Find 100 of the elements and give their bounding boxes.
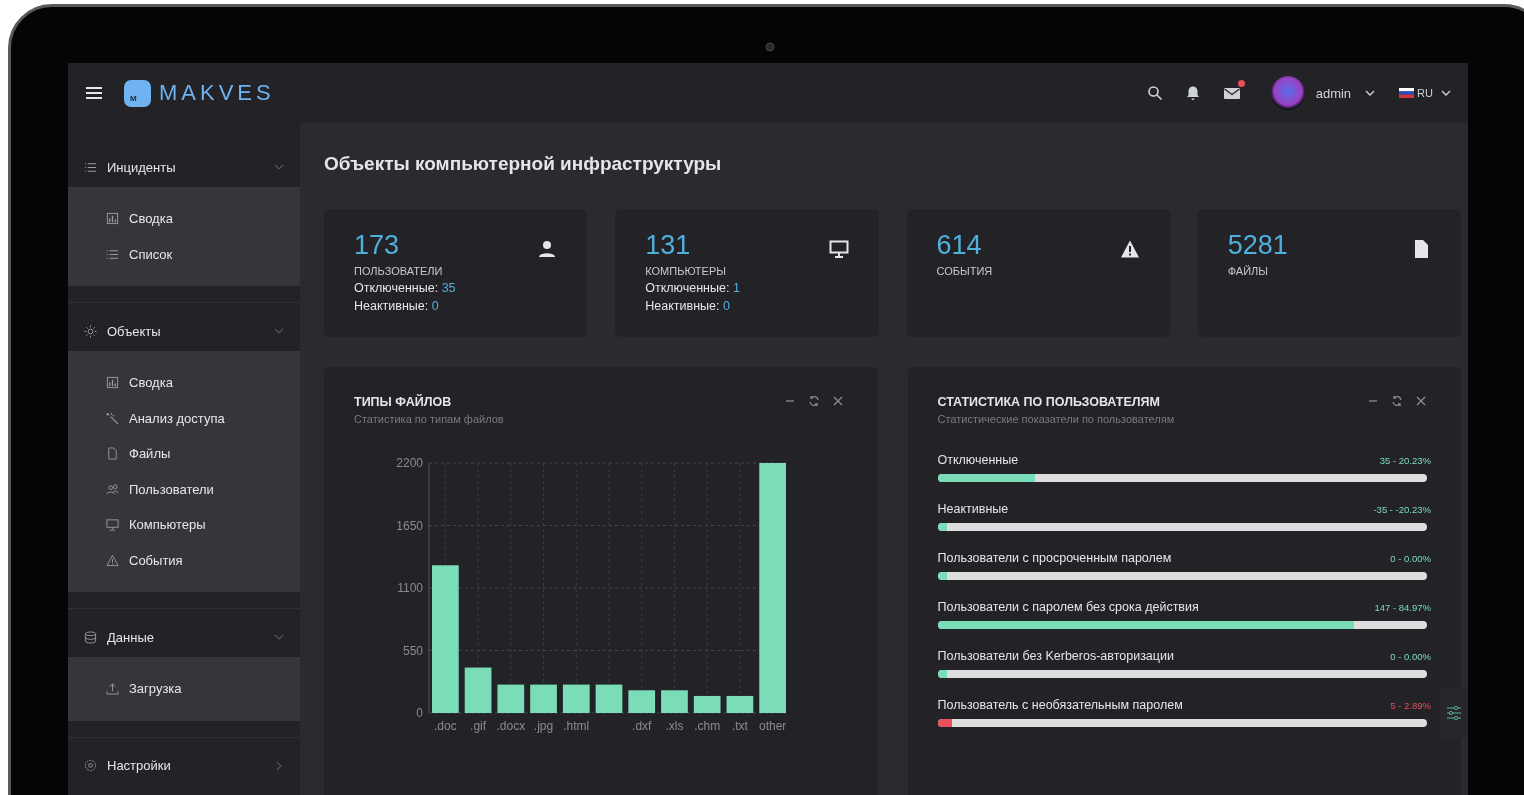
- refresh-icon[interactable]: [807, 395, 820, 407]
- upload-icon: [106, 682, 119, 696]
- bar: [530, 684, 557, 713]
- bar: [497, 684, 525, 713]
- warning-icon: [1119, 239, 1140, 259]
- chevron-down-icon[interactable]: [1365, 90, 1376, 96]
- filter-button[interactable]: [1440, 688, 1468, 738]
- x-tick-label: .xls: [665, 719, 684, 733]
- sidebar-item[interactable]: Пользователи: [68, 471, 300, 507]
- sidebar-item[interactable]: Сводка: [68, 201, 300, 237]
- users-icon: [106, 482, 119, 496]
- stat-reading: -35 - -20.23%: [1373, 504, 1431, 515]
- search-icon[interactable]: [1146, 85, 1163, 101]
- chevron-right-icon: [274, 760, 284, 771]
- y-tick-label: 1650: [396, 518, 423, 533]
- sidebar-section[interactable]: Объекты: [68, 311, 300, 351]
- user-name[interactable]: admin: [1315, 85, 1352, 101]
- stat-value: 173: [354, 231, 401, 259]
- detail-label: Отключенные:: [645, 281, 730, 295]
- stat-value: 614: [936, 231, 983, 259]
- wand-icon: [106, 411, 119, 425]
- x-tick-label: .chm: [694, 719, 721, 733]
- chart-icon: [106, 212, 119, 226]
- bar: [464, 667, 492, 713]
- logo-icon: M: [124, 79, 151, 107]
- mail-icon[interactable]: [1222, 85, 1241, 101]
- detail-label: Неактивные:: [645, 299, 720, 313]
- bar: [595, 684, 623, 713]
- bar: [628, 690, 656, 713]
- flag-icon[interactable]: [1399, 88, 1415, 98]
- sidebar-item[interactable]: Список: [68, 236, 300, 272]
- sidebar-section[interactable]: Данные: [68, 617, 300, 657]
- chevron-down-icon: [274, 162, 284, 172]
- file-icon: [106, 447, 119, 461]
- detail-label: Неактивные:: [354, 299, 429, 313]
- x-tick-label: .html: [563, 719, 590, 733]
- sidebar-item[interactable]: Загрузка: [68, 671, 300, 707]
- sidebar-item[interactable]: Анализ доступа: [68, 400, 300, 436]
- y-tick-label: 2200: [396, 456, 423, 470]
- stat-row-label: Отключенные: [937, 453, 1019, 467]
- stat-reading: 0 - 0.00%: [1390, 553, 1431, 564]
- panel-title: СТАТИСТИКА ПО ПОЛЬЗОВАТЕЛЯМ: [937, 395, 1161, 409]
- refresh-icon[interactable]: [1391, 395, 1403, 407]
- sidebar-section[interactable]: Инциденты: [68, 147, 300, 187]
- x-tick-label: .doc: [434, 719, 457, 733]
- avatar-circle[interactable]: [1270, 76, 1305, 110]
- stat-row-label: Пользователи с паролем без срока действия: [937, 600, 1199, 614]
- chevron-down-icon: [274, 632, 284, 642]
- x-tick-label: .docx: [496, 719, 526, 733]
- language-label[interactable]: RU: [1417, 87, 1433, 99]
- sun-icon: [84, 324, 97, 338]
- list-icon: [84, 160, 97, 174]
- y-tick-label: 1100: [397, 581, 423, 595]
- x-tick-label: .dxf: [632, 719, 652, 733]
- stat-row-label: Пользователи без Kerberos-авторизации: [937, 649, 1174, 663]
- close-icon[interactable]: [1415, 395, 1427, 407]
- stat-row-label: Пользователь с необязательным паролем: [937, 698, 1183, 712]
- panel-title: ТИПЫ ФАЙЛОВ: [354, 395, 453, 409]
- bell-icon[interactable]: [1184, 85, 1201, 101]
- monitor-icon: [828, 239, 849, 259]
- stat-label: КОМПЬЮТЕРЫ: [645, 265, 727, 277]
- panel-subtitle: Статистические показатели по пользователям: [937, 413, 1175, 425]
- sidebar-section[interactable]: Настройки: [68, 745, 300, 786]
- stat-reading: 147 - 84.97%: [1374, 602, 1431, 613]
- detail-value: 0: [722, 299, 730, 313]
- stat-row-label: Пользователи с просроченным паролем: [937, 551, 1172, 565]
- y-tick-label: 0: [416, 706, 423, 720]
- panel-subtitle: Статистика по типам файлов: [354, 413, 504, 425]
- detail-value: 0: [431, 299, 439, 313]
- sidebar-item[interactable]: События: [68, 542, 300, 578]
- person-icon: [537, 239, 558, 259]
- bar: [661, 690, 688, 713]
- detail-label: Отключенные:: [354, 281, 439, 295]
- detail-value: 35: [441, 281, 456, 295]
- close-icon[interactable]: [831, 395, 844, 407]
- stat-row-label: Неактивные: [937, 502, 1009, 516]
- bar: [726, 695, 754, 713]
- x-tick-label: .txt: [731, 719, 748, 733]
- chevron-down-icon[interactable]: [1441, 90, 1451, 96]
- detail-value: 1: [732, 281, 740, 295]
- stat-label: СОБЫТИЯ: [936, 265, 993, 277]
- sidebar-item[interactable]: Сводка: [68, 365, 300, 401]
- warning-icon: [106, 553, 119, 567]
- settings-icon: [84, 759, 97, 772]
- database-icon: [84, 630, 97, 644]
- x-tick-label: .jpg: [533, 719, 554, 733]
- x-tick-label: other: [758, 719, 787, 733]
- x-tick-label: .gif: [470, 719, 487, 733]
- page-title: Объекты компьютерной инфраструктуры: [324, 153, 723, 175]
- bar: [693, 695, 721, 713]
- chart-icon: [106, 376, 119, 390]
- stat-value: 131: [645, 231, 692, 259]
- sidebar-item[interactable]: Компьютеры: [68, 507, 300, 543]
- stat-reading: 35 - 20.23%: [1379, 455, 1431, 466]
- menu-icon[interactable]: [85, 86, 103, 100]
- chevron-down-icon: [274, 326, 284, 336]
- stat-label: ФАЙЛЫ: [1227, 265, 1270, 277]
- sliders-icon: [1446, 705, 1462, 721]
- brand-name: MAKVES: [159, 80, 275, 106]
- sidebar-item[interactable]: Файлы: [68, 436, 300, 472]
